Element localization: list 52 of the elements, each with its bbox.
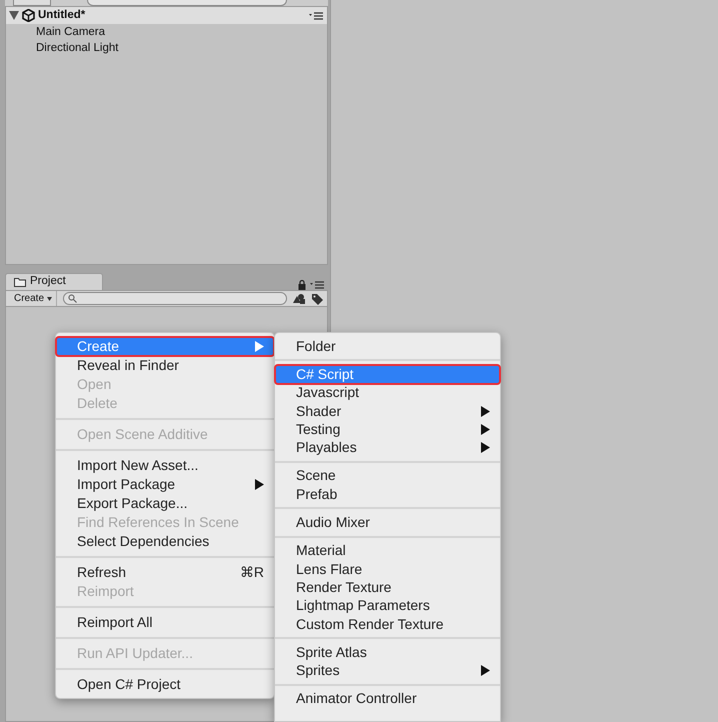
menu-item[interactable]: Testing bbox=[275, 420, 500, 438]
menu-item[interactable]: Audio Mixer bbox=[275, 513, 500, 532]
menu-item[interactable]: Shader bbox=[275, 402, 500, 420]
menu-item[interactable]: Lens Flare bbox=[275, 560, 500, 578]
menu-item[interactable]: Animator Controller bbox=[275, 690, 500, 708]
shortcut-label: ⌘R bbox=[240, 563, 264, 582]
menu-item: Open Scene Additive bbox=[76, 425, 209, 444]
menu-item[interactable]: Open C# Project bbox=[56, 675, 274, 694]
menu-item[interactable]: Sprites bbox=[275, 661, 500, 680]
menu-item[interactable]: Folder bbox=[275, 337, 500, 356]
menu-item: Run API Updater... bbox=[76, 644, 194, 663]
shapes-icon[interactable] bbox=[293, 294, 305, 304]
search-field[interactable] bbox=[63, 292, 287, 305]
menu-item: Delete bbox=[76, 394, 118, 413]
menu-item[interactable]: Render Texture bbox=[275, 578, 500, 597]
create-button[interactable] bbox=[13, 0, 51, 6]
menu-item[interactable]: Import New Asset... bbox=[56, 456, 274, 475]
menu-item[interactable]: C# Script bbox=[275, 365, 500, 384]
menu-item[interactable]: Custom Render Texture bbox=[275, 614, 500, 634]
menu-icon[interactable] bbox=[309, 12, 323, 20]
menu-item: Reimport bbox=[76, 582, 135, 601]
lock-icon[interactable] bbox=[298, 280, 306, 290]
hierarchy-item[interactable]: Directional Light bbox=[6, 40, 327, 56]
menu-item[interactable]: Create bbox=[56, 337, 274, 356]
menu-item[interactable]: Playables bbox=[275, 438, 500, 457]
menu-item: Open bbox=[76, 375, 112, 394]
caret-icon bbox=[47, 296, 52, 300]
folder-icon bbox=[14, 278, 26, 286]
menu-item[interactable]: Scene bbox=[275, 466, 500, 486]
menu-item[interactable]: Reimport All bbox=[56, 613, 274, 632]
cube-icon bbox=[22, 9, 35, 22]
menu-item[interactable]: Prefab bbox=[275, 485, 500, 504]
menu-item[interactable]: Import Package bbox=[56, 475, 274, 494]
expand-arrow-icon[interactable] bbox=[9, 11, 19, 20]
scene-title: Untitled* bbox=[38, 8, 86, 23]
project-tab[interactable]: Project bbox=[5, 273, 103, 290]
create-dropdown[interactable]: Create bbox=[10, 291, 58, 306]
menu-icon[interactable] bbox=[310, 281, 324, 289]
menu-item[interactable]: Export Package... bbox=[56, 494, 274, 513]
search-icon bbox=[68, 294, 78, 303]
menu-item[interactable]: Reveal in Finder bbox=[56, 356, 274, 375]
hierarchy-item[interactable]: Main Camera bbox=[6, 24, 327, 40]
menu-item: Find References In Scene bbox=[76, 513, 240, 532]
menu-item[interactable]: Lightmap Parameters bbox=[275, 596, 500, 615]
menu-item[interactable]: Refresh ⌘R bbox=[56, 563, 274, 582]
menu-item[interactable]: Sprite Atlas bbox=[275, 643, 500, 662]
scene-header[interactable]: Untitled* bbox=[6, 7, 327, 24]
menu-item[interactable]: Material bbox=[275, 542, 500, 560]
menu-item[interactable]: Select Dependencies bbox=[56, 532, 274, 551]
menu-item[interactable]: Javascript bbox=[275, 384, 500, 402]
tag-icon[interactable] bbox=[311, 292, 323, 304]
search-field[interactable] bbox=[87, 0, 287, 6]
